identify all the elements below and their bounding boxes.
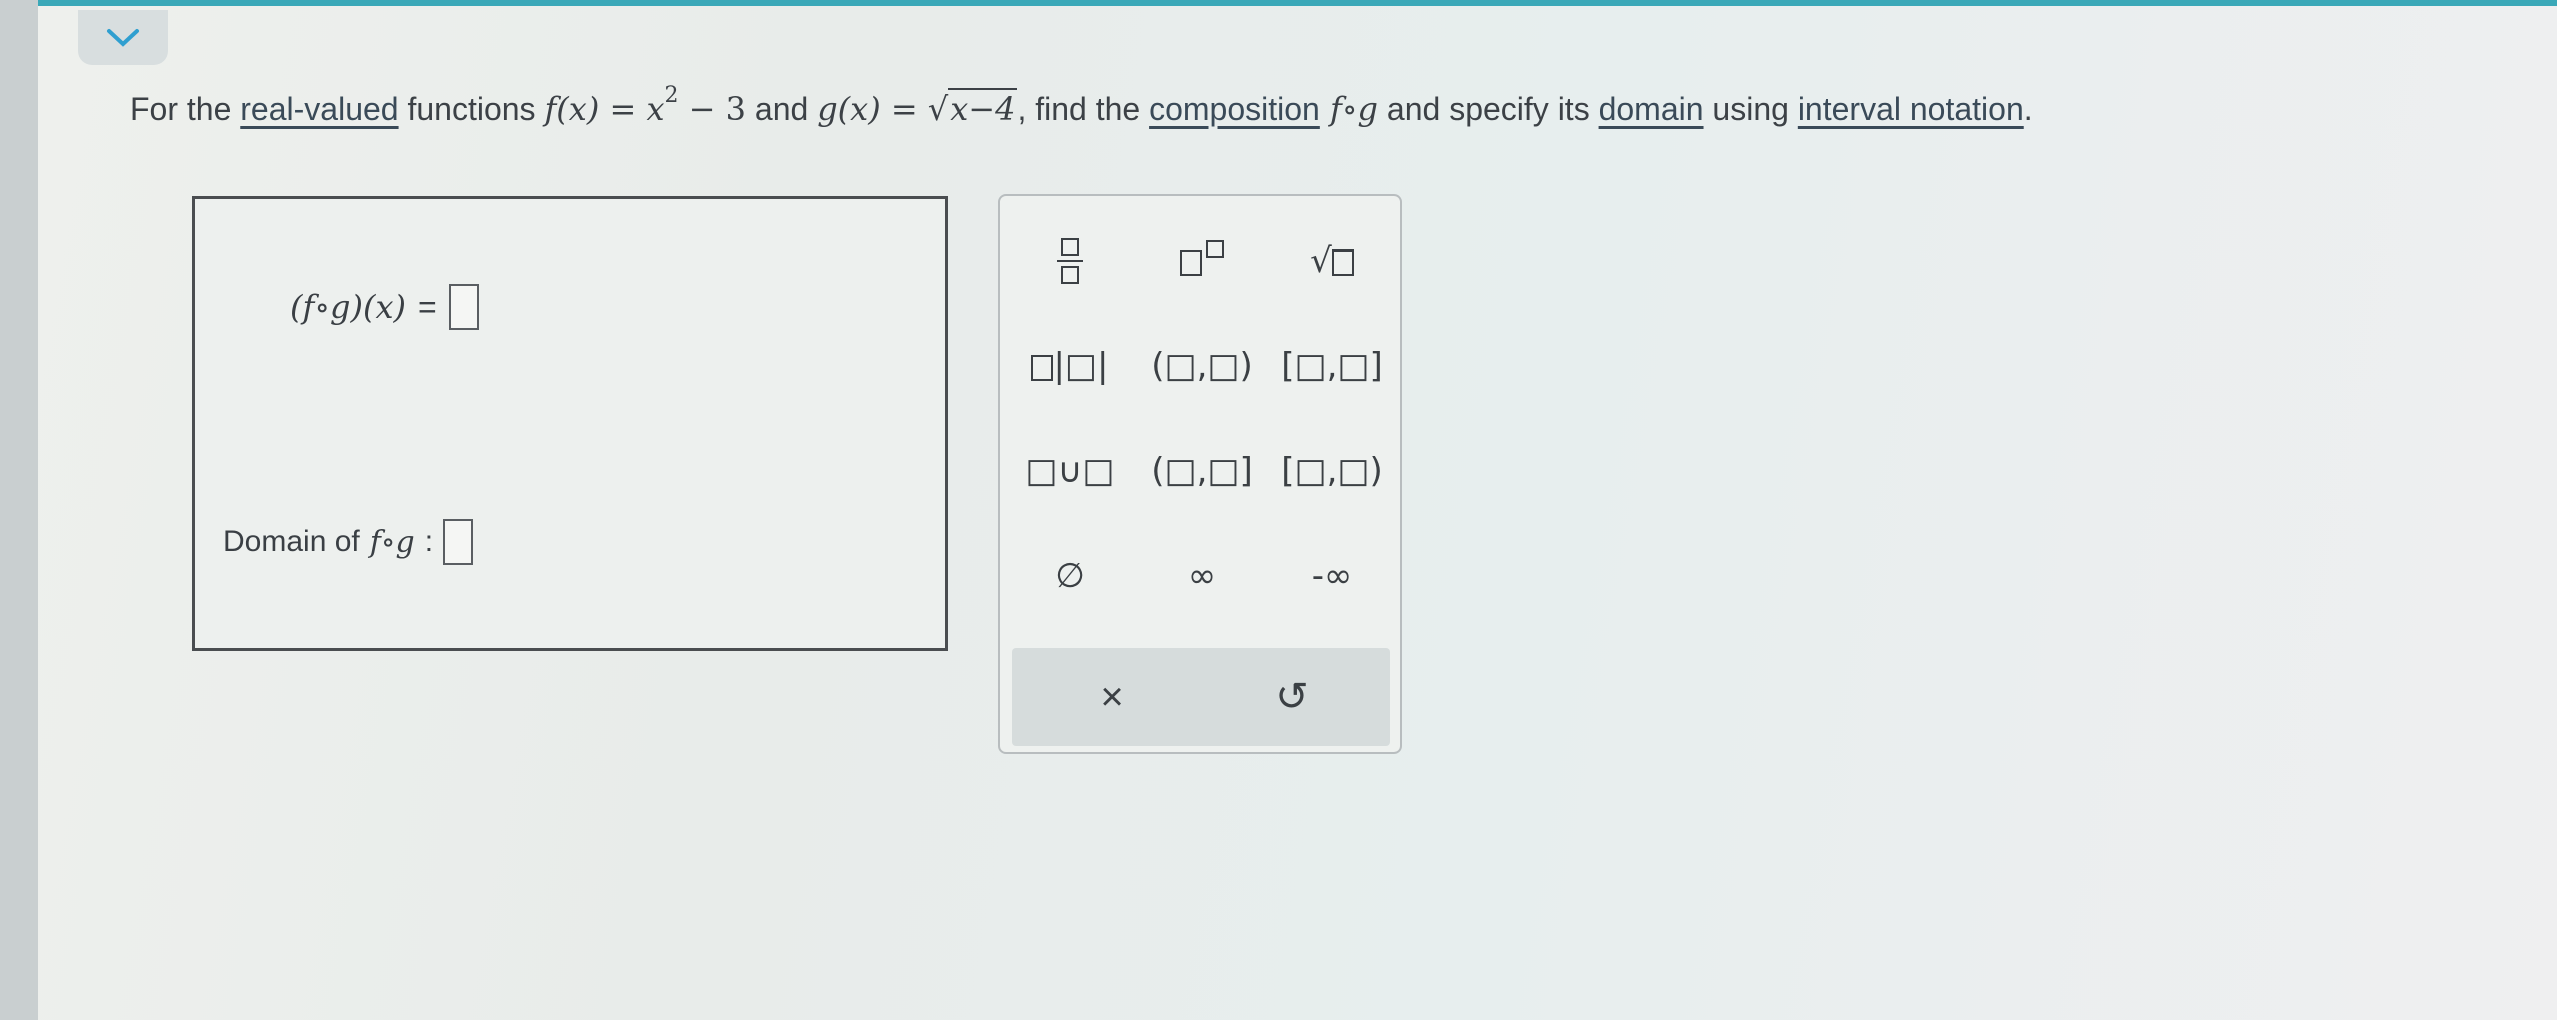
composition-label: (f∘g)(x) [290, 288, 406, 326]
domain-label: Domain of [223, 525, 360, 558]
closed-open-interval-button[interactable]: [□,□) [1272, 436, 1392, 506]
f-definition: f(x) = x2 − 3 [544, 83, 747, 128]
exponent-button[interactable] [1142, 226, 1262, 296]
abs-value-icon: |□| [1031, 346, 1109, 386]
undo-icon: ↺ [1275, 675, 1309, 719]
sqrt-icon: √ [1310, 241, 1354, 281]
collapse-button[interactable] [78, 10, 168, 65]
domain-function: f∘g [369, 524, 415, 560]
real-valued-link[interactable]: real-valued [240, 91, 398, 127]
g-definition: g(x) = √x−4 [817, 88, 1018, 128]
math-palette: √ |□| (□,□) [□,□] □∪□ (□,□] [□,□) ∅ ∞ -∞… [998, 194, 1402, 754]
domain-colon: : [424, 525, 434, 558]
domain-link[interactable]: domain [1599, 91, 1704, 127]
answer-area: (f∘g)(x) = Domain of f∘g : [192, 196, 948, 651]
composition-row: (f∘g)(x) = [290, 284, 479, 330]
interval-notation-link[interactable]: interval notation [1798, 91, 2024, 127]
abs-value-button[interactable]: |□| [1010, 331, 1130, 401]
domain-row: Domain of f∘g : [223, 519, 474, 565]
negative-infinity-button[interactable]: -∞ [1272, 541, 1392, 611]
equals-sign: = [418, 288, 437, 325]
fog-symbol: f∘g [1319, 90, 1379, 128]
fraction-icon [1057, 238, 1083, 284]
composition-input[interactable] [448, 284, 479, 330]
close-icon: × [1100, 674, 1124, 719]
empty-set-button[interactable]: ∅ [1010, 541, 1130, 611]
clear-button[interactable]: × [1052, 662, 1172, 732]
undo-button[interactable]: ↺ [1232, 662, 1352, 732]
open-open-interval-button[interactable]: (□,□) [1142, 331, 1262, 401]
fraction-button[interactable] [1010, 226, 1130, 296]
question-text: For the real-valued functions f(x) = x2 … [130, 83, 2033, 128]
chevron-down-icon [107, 28, 139, 47]
sqrt-button[interactable]: √ [1272, 226, 1392, 296]
exponent-icon [1180, 239, 1224, 281]
palette-footer: × ↺ [1012, 648, 1390, 746]
union-button[interactable]: □∪□ [1010, 436, 1130, 506]
composition-link[interactable]: composition [1149, 91, 1320, 127]
closed-closed-interval-button[interactable]: [□,□] [1272, 331, 1392, 401]
infinity-button[interactable]: ∞ [1142, 541, 1262, 611]
domain-input[interactable] [443, 519, 474, 565]
left-edge-bar [0, 0, 38, 1020]
open-closed-interval-button[interactable]: (□,□] [1142, 436, 1262, 506]
